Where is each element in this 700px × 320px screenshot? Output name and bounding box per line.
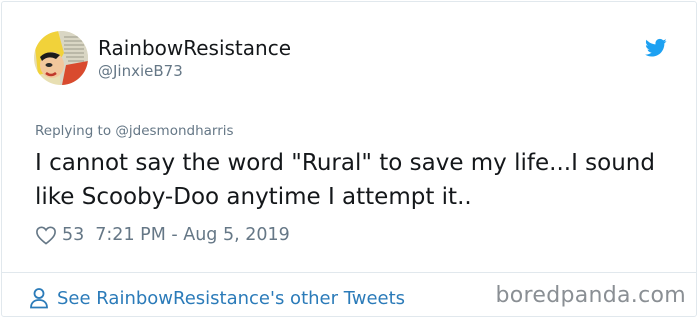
tweet-meta: 53 7:21 PM - Aug 5, 2019 [35, 222, 290, 248]
display-name[interactable]: RainbowResistance [98, 36, 291, 60]
tweet-text: I cannot say the word "Rural" to save my… [35, 150, 655, 210]
see-other-tweets-label[interactable]: See RainbowResistance's other Tweets [57, 288, 405, 309]
divider [2, 272, 696, 273]
timestamp[interactable]: 7:21 PM - Aug 5, 2019 [95, 225, 289, 245]
tweet-card: RainbowResistance @JinxieB73 Replying to… [1, 1, 697, 317]
user-handle[interactable]: @JinxieB73 [98, 62, 183, 80]
like-count[interactable]: 53 [62, 225, 84, 245]
avatar[interactable] [34, 31, 88, 85]
watermark: boredpanda.com [495, 283, 686, 308]
person-outline-icon [30, 288, 48, 309]
twitter-bird-icon[interactable] [645, 38, 667, 58]
replying-to[interactable]: Replying to @jdesmondharris [35, 123, 234, 139]
see-other-tweets-link[interactable]: See RainbowResistance's other Tweets [29, 286, 405, 310]
heart-outline-icon[interactable] [35, 225, 57, 245]
